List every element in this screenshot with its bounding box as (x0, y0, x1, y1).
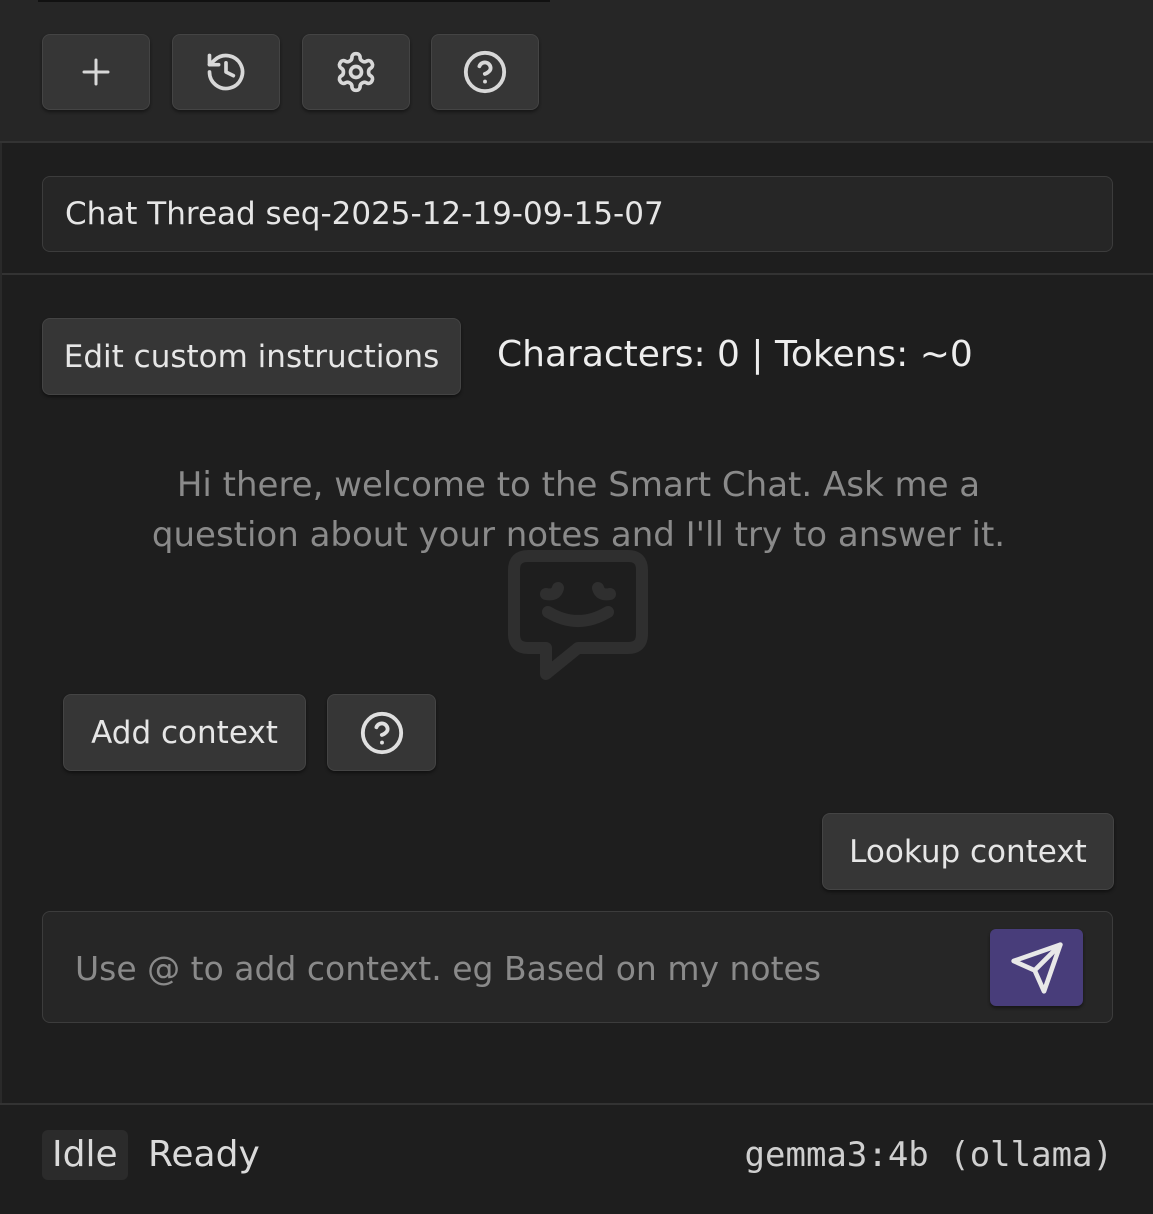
status-bar: Idle Ready gemma3:4b (ollama) (0, 1103, 1153, 1214)
plus-icon (82, 58, 110, 86)
settings-button[interactable] (302, 34, 410, 110)
model-label: gemma3:4b (ollama) (744, 1135, 1113, 1175)
help-circle-icon (463, 50, 507, 94)
lookup-context-button[interactable]: Lookup context (822, 813, 1114, 890)
status-text: Ready (148, 1134, 260, 1175)
gear-icon (337, 51, 375, 93)
thread-title-section (0, 143, 1153, 275)
panel-divider (0, 143, 2, 1214)
toolbar-accent-line (38, 0, 550, 2)
status-badge: Idle (42, 1130, 128, 1180)
edit-custom-instructions-button[interactable]: Edit custom instructions (42, 318, 461, 395)
toolbar (0, 0, 1153, 143)
history-icon (207, 53, 245, 91)
character-token-counter: Characters: 0 | Tokens: ~0 (497, 334, 973, 375)
send-button[interactable] (990, 929, 1083, 1006)
history-button[interactable] (172, 34, 280, 110)
context-help-button[interactable] (327, 694, 436, 771)
welcome-message: Hi there, welcome to the Smart Chat. Ask… (151, 465, 1006, 555)
send-icon (1010, 941, 1063, 994)
thread-title-input[interactable] (42, 176, 1113, 252)
chat-smile-icon (508, 550, 648, 680)
add-context-button[interactable]: Add context (63, 694, 306, 771)
help-circle-icon (360, 711, 403, 754)
new-chat-button[interactable] (42, 34, 150, 110)
help-button[interactable] (431, 34, 539, 110)
message-composer (42, 911, 1113, 1023)
message-input[interactable] (75, 946, 975, 990)
